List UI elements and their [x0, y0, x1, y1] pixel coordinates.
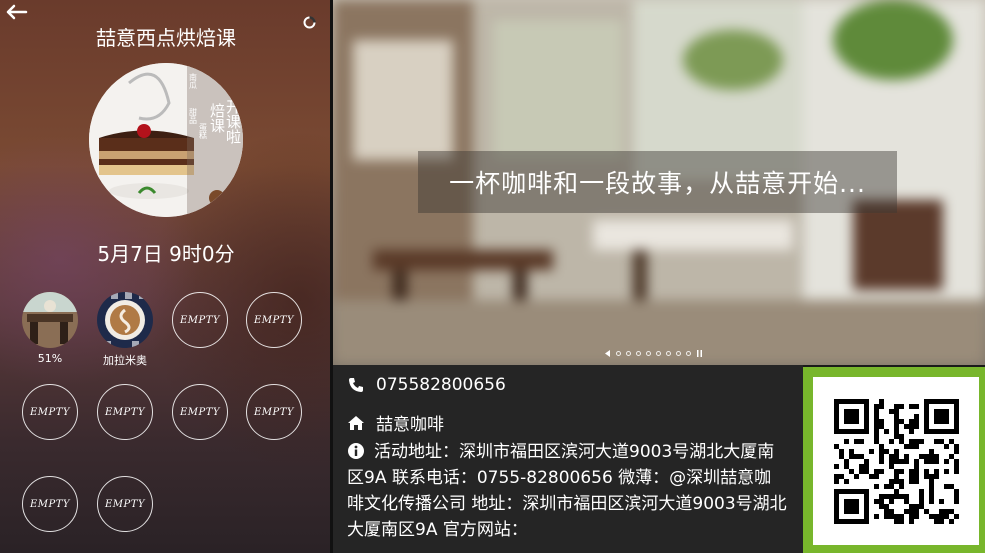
- carousel-dot[interactable]: [676, 351, 681, 356]
- phone-number[interactable]: 075582800656: [376, 375, 506, 395]
- carousel-dot[interactable]: [616, 351, 621, 356]
- slot-empty-10[interactable]: EMPTY: [97, 476, 153, 532]
- hero-banner-text: 一杯咖啡和一段故事，从喆意开始...: [418, 151, 897, 213]
- poster-small-2: 甜品: [189, 107, 198, 125]
- shop-name: 喆意咖啡: [376, 415, 444, 435]
- qr-code-graphic: [834, 399, 959, 524]
- poster-small-1: 南瓜: [189, 72, 198, 89]
- slot-empty-7[interactable]: EMPTY: [172, 384, 228, 440]
- carousel-dot[interactable]: [626, 351, 631, 356]
- slot-item-2[interactable]: [97, 292, 153, 348]
- carousel-dot[interactable]: [686, 351, 691, 356]
- slot-label-2: 加拉米奥: [103, 354, 147, 367]
- cafe-scene-image: [22, 292, 78, 348]
- shop-description: 活动地址：深圳市福田区滨河大道9003号湖北大厦南区9A 联系电话：0755-8…: [347, 439, 787, 543]
- shop-description-text: 活动地址：深圳市福田区滨河大道9003号湖北大厦南区9A 联系电话：0755-8…: [347, 442, 787, 540]
- slot-empty-5[interactable]: EMPTY: [22, 384, 78, 440]
- course-datetime: 5月7日 9时0分: [97, 242, 235, 266]
- latte-art-image: [97, 292, 153, 348]
- info-icon: [347, 442, 365, 460]
- carousel-dot[interactable]: [656, 351, 661, 356]
- poster-text-2: 开课啦: [224, 99, 242, 144]
- qr-code-frame: [803, 367, 985, 553]
- slot-empty-3[interactable]: EMPTY: [172, 292, 228, 348]
- slot-label-1: 51%: [37, 352, 63, 365]
- qr-code-icon[interactable]: [813, 377, 979, 545]
- carousel-dot[interactable]: [646, 351, 651, 356]
- shop-info-panel: 075582800656 喆意咖啡 活动地址：深圳市福田区滨河大道9003号湖北…: [333, 365, 803, 553]
- shop-name-row: 喆意咖啡: [347, 410, 444, 435]
- carousel-indicator[interactable]: [605, 350, 703, 357]
- carousel-pause-icon[interactable]: [696, 350, 703, 357]
- phone-row[interactable]: 075582800656: [347, 375, 506, 395]
- slot-item-1[interactable]: [22, 292, 78, 348]
- home-icon: [347, 414, 365, 432]
- carousel-dot[interactable]: [666, 351, 671, 356]
- course-poster[interactable]: 焙课 开课啦 南瓜 甜品 蛋糕: [89, 63, 243, 217]
- course-sidebar: 喆意西点烘焙课 焙课 开课啦 南瓜 甜品 蛋糕 5月7日 9时0分 51% 加拉…: [0, 0, 332, 553]
- slot-empty-8[interactable]: EMPTY: [246, 384, 302, 440]
- back-arrow-icon[interactable]: [6, 4, 28, 20]
- poster-small-3: 蛋糕: [199, 123, 208, 140]
- slot-empty-9[interactable]: EMPTY: [22, 476, 78, 532]
- slot-empty-4[interactable]: EMPTY: [246, 292, 302, 348]
- phone-icon: [347, 376, 365, 394]
- course-title: 喆意西点烘焙课: [96, 26, 236, 50]
- carousel-dot[interactable]: [636, 351, 641, 356]
- slot-empty-6[interactable]: EMPTY: [97, 384, 153, 440]
- carousel-prev-icon[interactable]: [605, 350, 611, 357]
